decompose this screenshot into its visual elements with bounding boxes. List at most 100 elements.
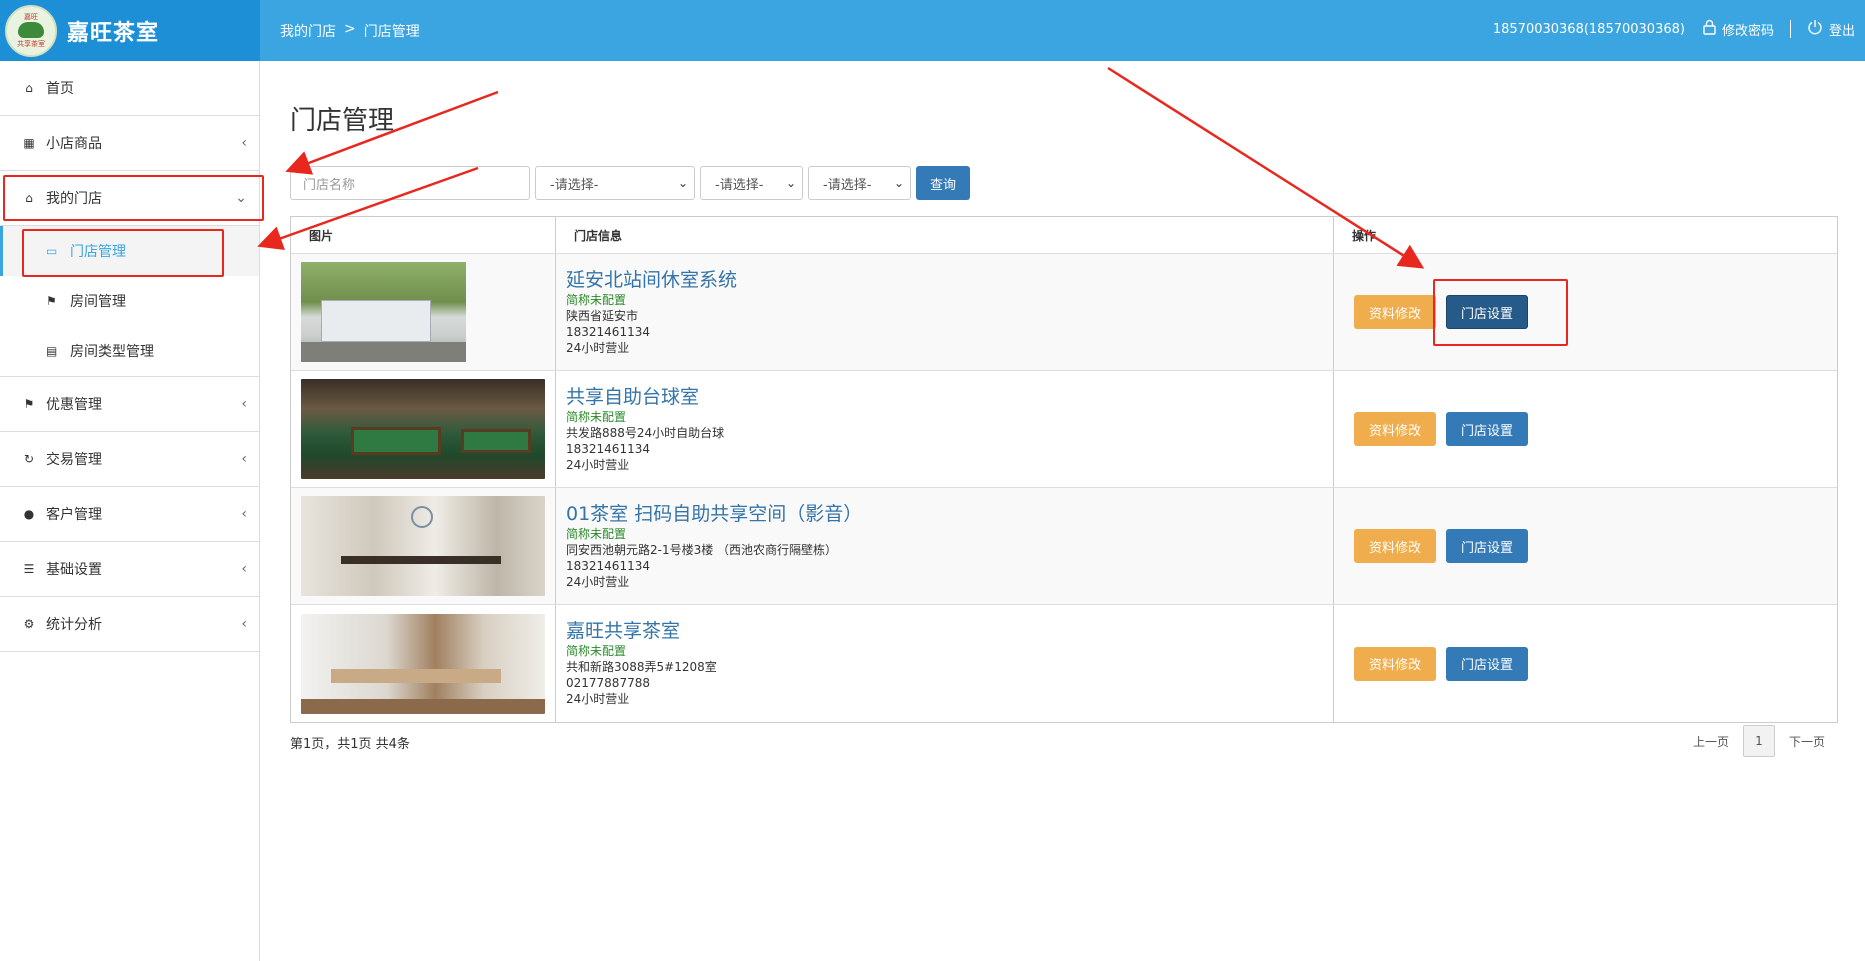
sidebar-item-promotions[interactable]: ⚑ 优惠管理 ‹ (0, 377, 259, 432)
gear-icon: ⚙ (23, 617, 35, 631)
sidebar-item-customers[interactable]: ● 客户管理 ‹ (0, 487, 259, 542)
store-name-link[interactable]: 延安北站间休室系统 (566, 268, 1333, 292)
store-short-name: 简称未配置 (566, 410, 627, 424)
refresh-icon: ↻ (23, 452, 35, 466)
edit-info-button[interactable]: 资料修改 (1354, 295, 1436, 329)
store-image-cell (291, 371, 556, 487)
header-divider (1789, 20, 1791, 38)
list-icon: ▤ (46, 344, 58, 358)
store-phone: 02177887788 (566, 676, 650, 690)
select-value: -请选择- (823, 177, 872, 193)
chevron-down-icon: ⌄ (677, 176, 688, 190)
store-info-cell: 嘉旺共享茶室 简称未配置 共和新路3088弄5#1208室 0217788778… (556, 605, 1334, 722)
logout-link[interactable]: 登出 (1829, 20, 1855, 39)
pagination-info: 第1页，共1页 共4条 (290, 737, 410, 752)
actions-cell: 资料修改 门店设置 (1334, 605, 1837, 722)
sidebar-item-label: 客户管理 (46, 507, 102, 523)
breadcrumb-item-my-store[interactable]: 我的门店 (280, 21, 336, 41)
store-hours: 24小时营业 (566, 458, 630, 472)
gift-icon: ▦ (23, 136, 35, 150)
store-short-name: 简称未配置 (566, 527, 627, 541)
edit-info-button[interactable]: 资料修改 (1354, 646, 1436, 681)
store-settings-button[interactable]: 门店设置 (1446, 529, 1528, 563)
sidebar-item-home[interactable]: ⌂ 首页 (0, 61, 259, 116)
header-user-area: 18570030368(18570030368) 修改密码 登出 (1493, 19, 1855, 39)
store-info-cell: 01茶室 扫码自助共享空间（影音） 简称未配置 同安西池朝元路2-1号楼3楼 （… (556, 488, 1334, 604)
column-header-actions: 操作 (1352, 228, 1377, 243)
store-name-link[interactable]: 01茶室 扫码自助共享空间（影音） (566, 502, 1333, 526)
annotation-box-store-settings (1433, 279, 1568, 346)
store-hours: 24小时营业 (566, 341, 630, 355)
sidebar-item-transactions[interactable]: ↻ 交易管理 ‹ (0, 432, 259, 487)
table-row: 嘉旺共享茶室 简称未配置 共和新路3088弄5#1208室 0217788778… (291, 605, 1837, 722)
store-short-name: 简称未配置 (566, 644, 627, 658)
edit-info-button[interactable]: 资料修改 (1354, 412, 1436, 446)
sidebar-item-label: 首页 (46, 81, 74, 97)
change-password-link[interactable]: 修改密码 (1722, 20, 1774, 39)
select-value: -请选择- (715, 177, 764, 193)
chevron-down-icon: ⌄ (785, 176, 796, 190)
sidebar-subitem-label: 房间类型管理 (70, 344, 154, 360)
sidebar-item-statistics[interactable]: ⚙ 统计分析 ‹ (0, 597, 259, 652)
sidebar-subitem-room-type-management[interactable]: ▤ 房间类型管理 (0, 326, 259, 376)
annotation-box-my-store (3, 175, 264, 221)
store-settings-button[interactable]: 门店设置 (1446, 412, 1528, 446)
page-number-button[interactable]: 1 (1742, 725, 1775, 757)
chevron-left-icon: ‹ (241, 451, 247, 467)
table-row: 共享自助台球室 简称未配置 共发路888号24小时自助台球 1832146113… (291, 371, 1837, 488)
breadcrumb: 我的门店 > 门店管理 (280, 21, 420, 41)
store-table: 图片 门店信息 操作 延安北站间休室系统 简称未配置 陕西省延安市 183214… (290, 216, 1838, 723)
store-phone: 18321461134 (566, 559, 650, 573)
chevron-left-icon: ‹ (241, 135, 247, 151)
filter-select-1[interactable]: -请选择- ⌄ (535, 166, 695, 200)
page-title: 门店管理 (290, 106, 395, 136)
store-settings-button[interactable]: 门店设置 (1446, 646, 1528, 681)
power-icon (1807, 19, 1823, 39)
logo-text-top: 嘉旺 (24, 12, 38, 21)
sidebar-item-label: 交易管理 (46, 452, 102, 468)
user-account: 18570030368(18570030368) (1492, 21, 1685, 37)
prev-page-button[interactable]: 上一页 (1693, 733, 1729, 750)
actions-cell: 资料修改 门店设置 (1334, 371, 1837, 487)
store-name-input[interactable]: 门店名称 (290, 166, 530, 200)
filter-select-2[interactable]: -请选择- ⌄ (700, 166, 803, 200)
store-phone: 18321461134 (566, 442, 650, 456)
store-address: 同安西池朝元路2-1号楼3楼 （西池农商行隔壁栋） (566, 543, 838, 557)
logo-text-bottom: 共享茶室 (17, 39, 45, 48)
store-image-cell (291, 254, 556, 370)
store-image (301, 379, 545, 479)
annotation-box-store-management (22, 229, 224, 277)
sidebar-subitem-label: 房间管理 (70, 294, 126, 310)
store-info-cell: 共享自助台球室 简称未配置 共发路888号24小时自助台球 1832146113… (556, 371, 1334, 487)
store-hours: 24小时营业 (566, 575, 630, 589)
sidebar-item-label: 基础设置 (46, 562, 102, 578)
select-value: -请选择- (550, 177, 599, 193)
chevron-left-icon: ‹ (241, 561, 247, 577)
lock-icon (1703, 19, 1716, 39)
breadcrumb-item-store-management: 门店管理 (363, 24, 420, 40)
store-phone: 18321461134 (566, 325, 650, 339)
brand-name: 嘉旺茶室 (67, 20, 160, 46)
column-header-store-info: 门店信息 (556, 217, 1334, 253)
store-image (301, 496, 545, 596)
query-button[interactable]: 查询 (916, 166, 970, 200)
edit-info-button[interactable]: 资料修改 (1354, 529, 1436, 563)
sidebar-subitem-room-management[interactable]: ⚑ 房间管理 (0, 276, 259, 326)
sidebar-item-shop-goods[interactable]: ▦ 小店商品 ‹ (0, 116, 259, 171)
brand-area[interactable]: 嘉旺 共享茶室 嘉旺茶室 (0, 0, 260, 61)
filter-select-3[interactable]: -请选择- ⌄ (808, 166, 911, 200)
store-name-link[interactable]: 共享自助台球室 (566, 385, 1333, 409)
column-header-image: 图片 (291, 217, 556, 253)
actions-cell: 资料修改 门店设置 (1334, 254, 1837, 370)
store-image (301, 262, 466, 362)
sidebar-item-label: 统计分析 (46, 617, 102, 633)
chevron-left-icon: ‹ (241, 506, 247, 522)
sidebar-item-label: 优惠管理 (46, 397, 102, 413)
store-image-cell (291, 605, 556, 722)
home-icon: ⌂ (25, 81, 33, 95)
logo: 嘉旺 共享茶室 (5, 4, 57, 57)
next-page-button[interactable]: 下一页 (1789, 733, 1825, 750)
table-row: 延安北站间休室系统 简称未配置 陕西省延安市 18321461134 24小时营… (291, 254, 1837, 371)
store-name-link[interactable]: 嘉旺共享茶室 (566, 619, 1333, 643)
sidebar-item-basic-settings[interactable]: ☰ 基础设置 ‹ (0, 542, 259, 597)
